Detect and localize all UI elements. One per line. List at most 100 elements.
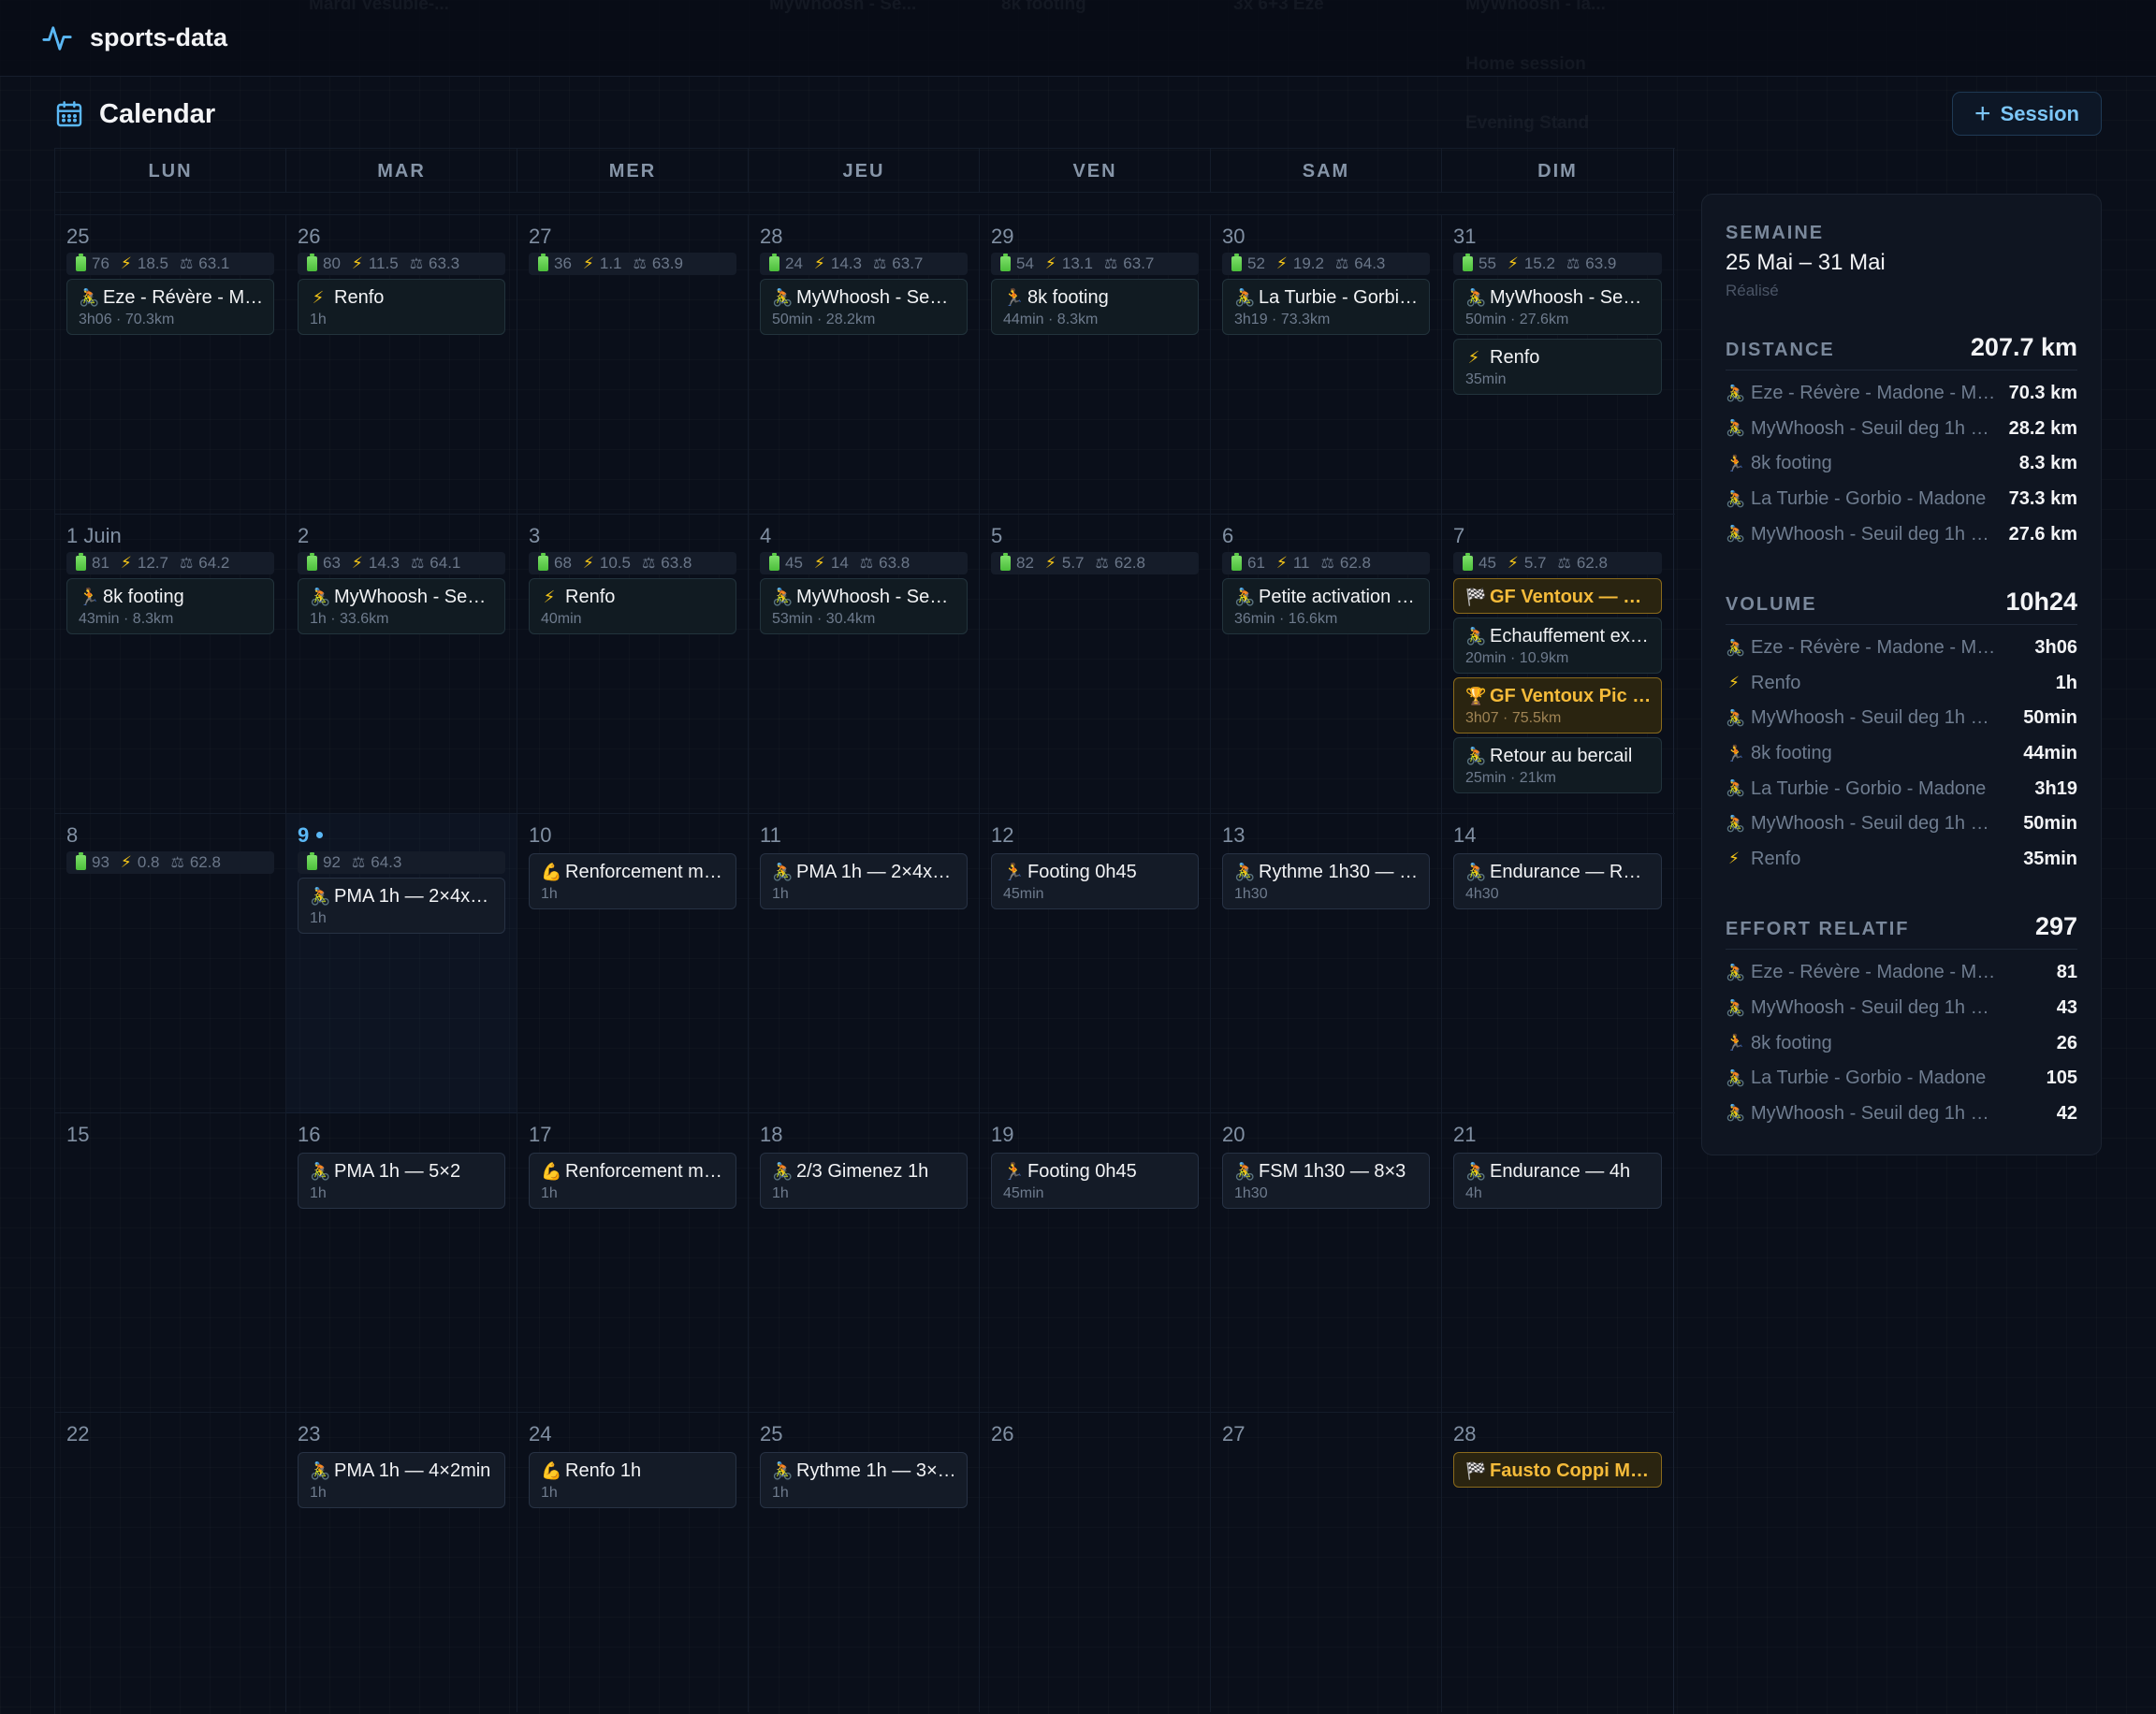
session-title: 🚴Petite activation veille course [1234, 584, 1420, 610]
calendar-day-cell[interactable]: 27 [1211, 1413, 1442, 1712]
session-card[interactable]: 🚴PMA 1h — 2×4x30/301h [760, 853, 968, 909]
calendar-day-cell[interactable]: 14 🚴 Endurance — Relief 4h30 [1442, 814, 1673, 1113]
summary-row[interactable]: 🏃 8k footing 26 [1726, 1025, 2077, 1061]
calendar-day-cell[interactable]: 10💪Renforcement musculaire1h [517, 814, 749, 1113]
summary-row[interactable]: ⚡ Renfo 35min [1726, 842, 2077, 878]
summary-row[interactable]: ⚡ Renfo 1h [1726, 666, 2077, 702]
calendar-day-cell[interactable]: 2824 ⚡ 14.3 ⚖ 63.7 🚴MyWhoosh - Seuil deg 1h 3… [749, 215, 980, 515]
summary-row[interactable]: 🚴 MyWhoosh - Seuil deg 1h 3x7-1 42 [1726, 1097, 2077, 1132]
summary-row[interactable]: 🏃 8k footing 44min [1726, 736, 2077, 772]
calendar-day-cell[interactable]: 26 80 ⚡ 11.5 ⚖ 63.3 ⚡ Renfo 1h [286, 215, 517, 515]
calendar-day-cell[interactable]: 5 82 ⚡ 5.7 ⚖ 62.8 [980, 515, 1211, 814]
week-label: SEMAINE [1726, 223, 1825, 243]
calendar-day-cell[interactable]: 6 61 ⚡11 ⚖ 62.8 🚴Petite activation veille cou… [1211, 515, 1442, 814]
calendar-day-cell[interactable]: 22 [55, 1413, 286, 1712]
session-card[interactable]: 💪Renforcement musculaire1h [529, 853, 736, 909]
summary-row[interactable]: 🚴 Eze - Révère - Madone - Mules 70.3 km [1726, 376, 2077, 412]
calendar-day-cell[interactable]: 2 63 ⚡ 14.3 ⚖ 64.1 🚴MyWhoosh - Seuil deg 1h 3x… [286, 515, 517, 814]
calendar-day-cell[interactable]: 1 Juin 81 ⚡ 12.7 ⚖ 64.2 🏃 8k footing 43min · 8.3… [55, 515, 286, 814]
calendar-day-cell[interactable]: 13🚴Rythme 1h30 — 3×101h30 [1211, 814, 1442, 1113]
session-card[interactable]: 🚴Petite activation veille course36min · … [1222, 578, 1430, 634]
bike-icon: 🚴 [1465, 626, 1487, 646]
calendar-day-cell[interactable]: 29 54 ⚡ 13.1 ⚖ 63.7 🏃 8k footing 44min · 8.3km [980, 215, 1211, 515]
bike-icon: 🚴 [1234, 862, 1256, 881]
summary-row[interactable]: 🚴 Eze - Révère - Madone - Mules 81 [1726, 955, 2077, 991]
calendar-day-cell[interactable]: 27 36 ⚡ 1.1 ⚖ 63.9 [517, 215, 749, 515]
calendar-day-cell[interactable]: 20 🚴 FSM 1h30 — 8×3 1h30 [1211, 1113, 1442, 1413]
summary-row[interactable]: 🚴 La Turbie - Gorbio - Madone 105 [1726, 1061, 2077, 1097]
summary-row[interactable]: 🏃 8k footing 8.3 km [1726, 446, 2077, 482]
calendar-day-cell[interactable]: 24 💪 Renfo 1h 1h [517, 1413, 749, 1712]
calendar-day-cell[interactable]: 16 🚴 PMA 1h — 5×2 1h [286, 1113, 517, 1413]
calendar-day-cell[interactable]: 21 🚴 Endurance — 4h 4h [1442, 1113, 1673, 1413]
session-card[interactable]: 🚴 Retour au bercail 25min · 21km [1453, 737, 1662, 793]
calendar-day-cell[interactable]: 992⚖64.3🚴PMA 1h — 2×4x30/301h [286, 814, 517, 1113]
battery-icon [769, 254, 779, 271]
calendar-day-cell[interactable]: 17💪Renforcement musculaire1h [517, 1113, 749, 1413]
calendar-day-cell[interactable]: 12 🏃 Footing 0h45 45min [980, 814, 1211, 1113]
session-card[interactable]: 🚴MyWhoosh - Seuil deg 1h 3x7-150min · 28… [760, 279, 968, 335]
session-card[interactable]: 🚴 Rythme 1h — 3×10 1h [760, 1452, 968, 1508]
calendar-day-cell[interactable]: 18 🚴 2/3 Gimenez 1h 1h [749, 1113, 980, 1413]
session-card[interactable]: 🚴La Turbie - Gorbio - Madone3h19 · 73.3k… [1222, 279, 1430, 335]
session-card[interactable]: 🚴Rythme 1h30 — 3×101h30 [1222, 853, 1430, 909]
app-name[interactable]: sports-data [90, 23, 227, 52]
session-card[interactable]: 🚴 PMA 1h — 4×2min 1h [298, 1452, 505, 1508]
session-card[interactable]: 🏃 Footing 0h45 45min [991, 1153, 1199, 1209]
session-card[interactable]: 🏁 GF Ventoux — Race [1453, 578, 1662, 614]
session-card[interactable]: 🚴 2/3 Gimenez 1h 1h [760, 1153, 968, 1209]
summary-row-name: 🚴 MyWhoosh - Seuil deg 1h 3x7-1 [1726, 707, 1997, 729]
summary-row[interactable]: 🚴 La Turbie - Gorbio - Madone 3h19 [1726, 771, 2077, 806]
calendar-day-cell[interactable]: 4 45 ⚡ 14 ⚖ 63.8 🚴MyWhoosh - Seuil deg 1h 3x7-… [749, 515, 980, 814]
summary-row[interactable]: 🚴 MyWhoosh - Seuil deg 1h 3x7-1 28.2 km [1726, 412, 2077, 447]
add-session-button[interactable]: + Session [1952, 92, 2102, 136]
calendar-day-cell[interactable]: 3052 ⚡19.2 ⚖ 64.3 🚴La Turbie - Gorbio - Mado… [1211, 215, 1442, 515]
session-card[interactable]: 🚴 FSM 1h30 — 8×3 1h30 [1222, 1153, 1430, 1209]
calendar-day-cell[interactable]: 7 45 ⚡ 5.7 ⚖ 62.8 🏁 GF Ventoux — Race 🚴 Echauffem… [1442, 515, 1673, 814]
summary-row[interactable]: 🚴 Eze - Révère - Madone - Mules 3h06 [1726, 631, 2077, 666]
summary-row[interactable]: 🚴 MyWhoosh - Seuil deg 1h 3x7-1 50min [1726, 806, 2077, 842]
calendar-day-cell[interactable]: 3 68 ⚡ 10.5 ⚖ 63.8 ⚡ Renfo 40min [517, 515, 749, 814]
calendar-day-cell[interactable]: 2576 ⚡ 18.5 ⚖63.1 🚴Eze - Révère - Madone - M… [55, 215, 286, 515]
calendar-day-cell[interactable]: 26 [980, 1413, 1211, 1712]
session-title-text: MyWhoosh - Seuil deg 1h 3x7-1 [796, 286, 957, 308]
session-card[interactable]: 🏃 8k footing 44min · 8.3km [991, 279, 1199, 335]
session-card[interactable]: 🏁Fausto Coppi Marathon [1453, 1452, 1662, 1488]
calendar-day-cell[interactable]: 11🚴PMA 1h — 2×4x30/301h [749, 814, 980, 1113]
session-card[interactable]: 🚴PMA 1h — 2×4x30/301h [298, 878, 505, 934]
day-number: 3 [529, 522, 736, 550]
weight-metric: ⚖ 64.3 [1335, 254, 1385, 273]
session-card[interactable]: 🏃 8k footing 43min · 8.3km [66, 578, 274, 634]
battery-icon [538, 553, 548, 571]
session-card[interactable]: 🚴 Endurance — Relief 4h30 [1453, 853, 1662, 909]
summary-row[interactable]: 🚴 MyWhoosh - Seuil deg 1h 3x7-1 50min [1726, 701, 2077, 736]
session-card[interactable]: 🚴Echauffement express20min · 10.9km [1453, 617, 1662, 674]
summary-row[interactable]: 🚴 La Turbie - Gorbio - Madone 73.3 km [1726, 482, 2077, 517]
session-card[interactable]: 🚴MyWhoosh - Seuil deg 1h 3x7-153min · 30… [760, 578, 968, 634]
summary-row[interactable]: 🚴 MyWhoosh - Seuil deg 1h 3x7-1 27.6 km [1726, 516, 2077, 552]
calendar-day-cell[interactable]: 25 🚴 Rythme 1h — 3×10 1h [749, 1413, 980, 1712]
calendar-day-cell[interactable]: 8 93 ⚡ 0.8 ⚖ 62.8 [55, 814, 286, 1113]
weight-metric: ⚖ 63.9 [634, 254, 683, 273]
session-card[interactable]: 🏃 Footing 0h45 45min [991, 853, 1199, 909]
calendar-day-cell[interactable]: 15 [55, 1113, 286, 1413]
session-card[interactable]: 🚴Eze - Révère - Madone - Mules3h06 · 70.… [66, 279, 274, 335]
session-title-text: Rythme 1h — 3×10 [796, 1460, 957, 1481]
session-card[interactable]: 🚴MyWhoosh - Seuil deg 1h 3x7-150min · 27… [1453, 279, 1662, 335]
session-card[interactable]: 🚴 Endurance — 4h 4h [1453, 1153, 1662, 1209]
session-card[interactable]: 💪 Renfo 1h 1h [529, 1452, 736, 1508]
session-title: 🏁 GF Ventoux — Race [1465, 584, 1652, 610]
session-card[interactable]: ⚡ Renfo 35min [1453, 339, 1662, 395]
calendar-day-cell[interactable]: 3155⚡15.2⚖63.9🚴MyWhoosh - Seuil deg 1h 3… [1442, 215, 1673, 515]
session-card[interactable]: 🚴 PMA 1h — 5×2 1h [298, 1153, 505, 1209]
summary-row[interactable]: 🚴 MyWhoosh - Seuil deg 1h 3x7-1 43 [1726, 991, 2077, 1026]
session-card[interactable]: ⚡ Renfo 40min [529, 578, 736, 634]
session-card[interactable]: 🚴MyWhoosh - Seuil deg 1h 3x7-11h · 33.6k… [298, 578, 505, 634]
session-card[interactable]: 🏆GF Ventoux Pic du Ventoux3h07 · 75.5km [1453, 677, 1662, 734]
session-card[interactable]: ⚡ Renfo 1h [298, 279, 505, 335]
weight-value: 63.1 [198, 254, 230, 272]
session-card[interactable]: 💪Renforcement musculaire1h [529, 1153, 736, 1209]
calendar-day-cell[interactable]: 28 🏁Fausto Coppi Marathon [1442, 1413, 1673, 1712]
calendar-day-cell[interactable]: 23 🚴 PMA 1h — 4×2min 1h [286, 1413, 517, 1712]
calendar-day-cell[interactable]: 19 🏃 Footing 0h45 45min [980, 1113, 1211, 1413]
